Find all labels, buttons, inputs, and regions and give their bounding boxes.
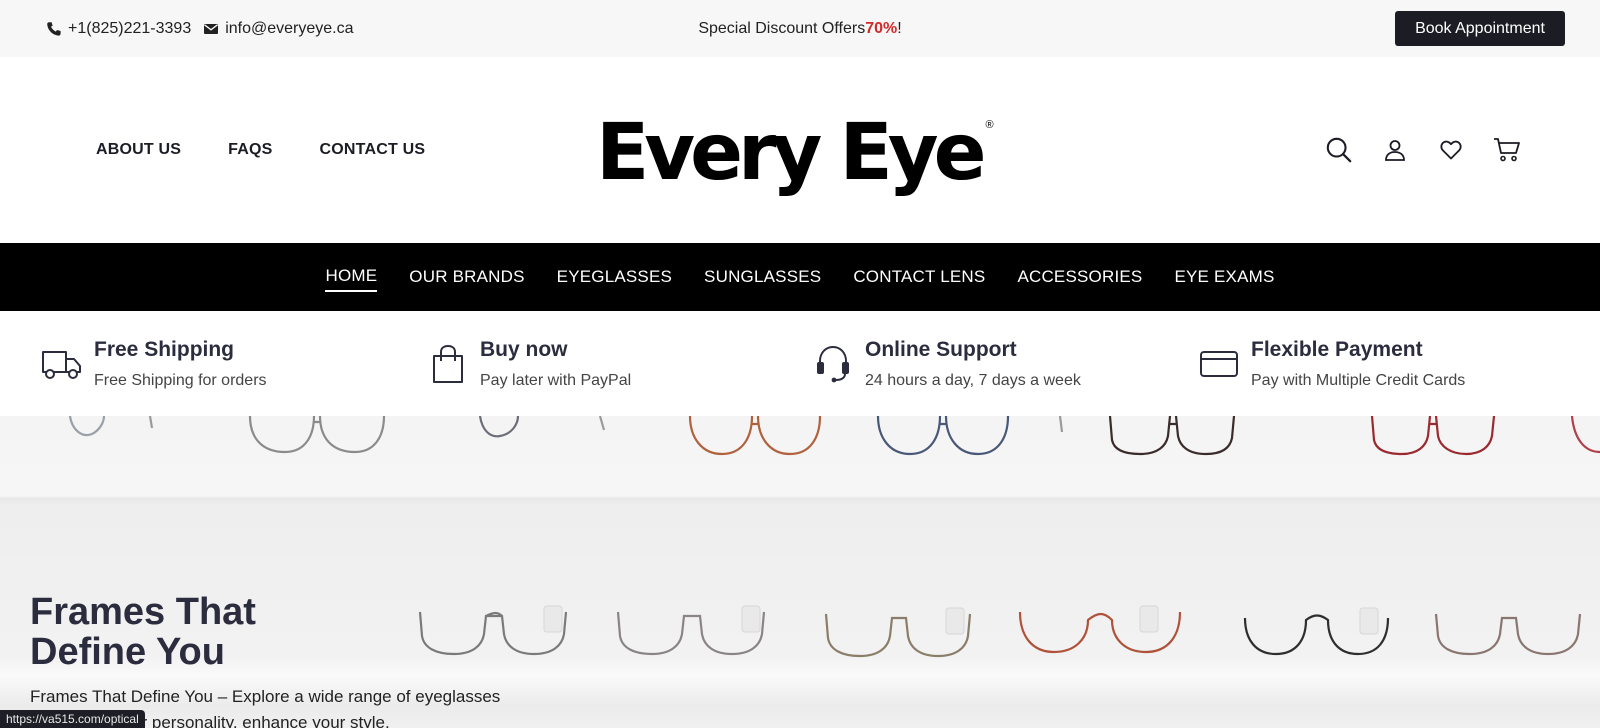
cart-icon[interactable] bbox=[1493, 136, 1521, 164]
phone-link[interactable]: +1(825)221-3393 bbox=[68, 20, 191, 38]
nav-contact-lens[interactable]: CONTACT LENS bbox=[853, 263, 985, 291]
feature-subtitle: Pay with Multiple Credit Cards bbox=[1251, 371, 1466, 389]
feature-subtitle: Free Shipping for orders bbox=[94, 371, 267, 389]
nav-eye-exams[interactable]: EYE EXAMS bbox=[1174, 263, 1274, 291]
feature-subtitle: 24 hours a day, 7 days a week bbox=[865, 371, 1081, 389]
features-strip: Free Shipping Free Shipping for orders B… bbox=[0, 311, 1600, 416]
site-logo[interactable]: Every Eye ® bbox=[596, 113, 994, 203]
feature-title: Flexible Payment bbox=[1251, 337, 1423, 361]
envelope-icon bbox=[203, 21, 219, 37]
hero-title-line: Define You bbox=[30, 631, 225, 673]
feature-title: Free Shipping bbox=[94, 337, 235, 361]
offer-suffix: ! bbox=[897, 19, 902, 37]
feature-free-shipping: Free Shipping Free Shipping for orders bbox=[40, 311, 267, 416]
headset-icon bbox=[811, 342, 855, 386]
status-bar-url: https://va515.com/optical bbox=[0, 710, 145, 728]
hero-title-line: Frames That bbox=[30, 591, 256, 633]
contact-info: +1(825)221-3393 info@everyeye.ca bbox=[46, 0, 354, 57]
credit-card-icon bbox=[1197, 342, 1241, 386]
search-icon[interactable] bbox=[1325, 136, 1353, 164]
nav-faqs[interactable]: FAQS bbox=[228, 141, 272, 159]
heart-icon[interactable] bbox=[1437, 136, 1465, 164]
hero-banner: Frames That Define You Frames That Defin… bbox=[0, 416, 1600, 728]
book-appointment-button[interactable]: Book Appointment bbox=[1395, 11, 1565, 46]
eyeglasses-display-image bbox=[68, 416, 1600, 658]
shopping-bag-icon bbox=[426, 342, 470, 386]
registered-mark: ® bbox=[985, 119, 994, 131]
nav-sunglasses[interactable]: SUNGLASSES bbox=[704, 263, 821, 291]
feature-buy-now: Buy now Pay later with PayPal bbox=[426, 311, 631, 416]
email-link[interactable]: info@everyeye.ca bbox=[225, 20, 353, 38]
offer-text: Special Discount Offers bbox=[698, 19, 866, 37]
hero-description-line: Frames That Define You – Explore a wide … bbox=[30, 687, 501, 706]
feature-title: Online Support bbox=[865, 337, 1017, 361]
hero-title: Frames That Define You bbox=[30, 592, 430, 672]
nav-our-brands[interactable]: OUR BRANDS bbox=[409, 263, 524, 291]
truck-icon bbox=[40, 342, 84, 386]
nav-home[interactable]: HOME bbox=[325, 262, 378, 292]
nav-contact-us[interactable]: CONTACT US bbox=[320, 141, 426, 159]
main-navigation: HOME OUR BRANDS EYEGLASSES SUNGLASSES CO… bbox=[0, 243, 1600, 311]
phone-icon bbox=[46, 21, 62, 37]
header-icons bbox=[1325, 57, 1521, 243]
nav-eyeglasses[interactable]: EYEGLASSES bbox=[557, 263, 672, 291]
feature-title: Buy now bbox=[480, 337, 568, 361]
nav-accessories[interactable]: ACCESSORIES bbox=[1017, 263, 1142, 291]
nav-about-us[interactable]: ABOUT US bbox=[96, 141, 181, 159]
feature-subtitle: Pay later with PayPal bbox=[480, 371, 632, 389]
user-icon[interactable] bbox=[1381, 136, 1409, 164]
header-links: ABOUT US FAQS CONTACT US bbox=[96, 57, 425, 243]
feature-flexible-payment: Flexible Payment Pay with Multiple Credi… bbox=[1197, 311, 1465, 416]
offer-percent: 70% bbox=[865, 19, 898, 37]
top-bar: +1(825)221-3393 info@everyeye.ca Special… bbox=[0, 0, 1600, 57]
feature-online-support: Online Support 24 hours a day, 7 days a … bbox=[811, 311, 1081, 416]
logo-text: Every Eye bbox=[596, 108, 987, 198]
site-header: ABOUT US FAQS CONTACT US Every Eye ® bbox=[0, 57, 1600, 243]
